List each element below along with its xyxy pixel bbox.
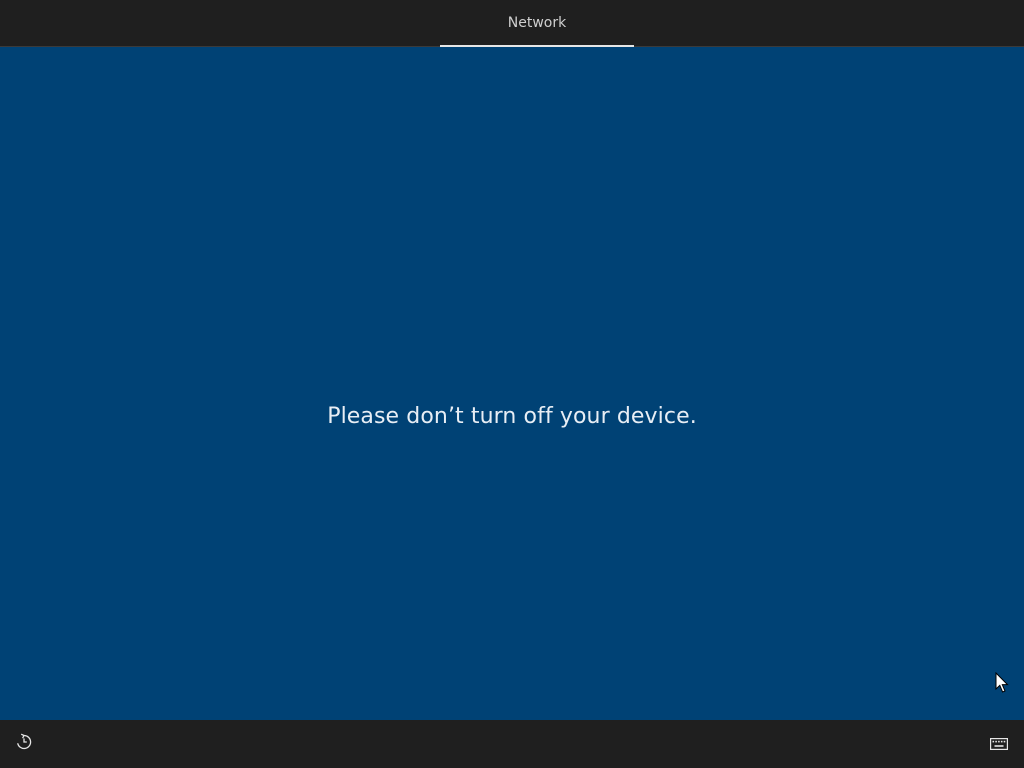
setup-screen: Network Please don’t turn off your devic… bbox=[0, 0, 1024, 768]
active-tab-indicator bbox=[440, 45, 634, 47]
tab-network[interactable]: Network bbox=[440, 0, 634, 47]
ease-of-access-icon bbox=[15, 733, 33, 755]
top-bar: Network bbox=[0, 0, 1024, 47]
tab-network-label: Network bbox=[507, 15, 567, 31]
bottom-bar bbox=[0, 720, 1024, 768]
keyboard-icon bbox=[990, 735, 1008, 754]
mouse-pointer-icon bbox=[995, 671, 1009, 694]
keyboard-button[interactable] bbox=[985, 730, 1013, 758]
ease-of-access-button[interactable] bbox=[10, 730, 38, 758]
status-message: Please don’t turn off your device. bbox=[327, 404, 697, 429]
